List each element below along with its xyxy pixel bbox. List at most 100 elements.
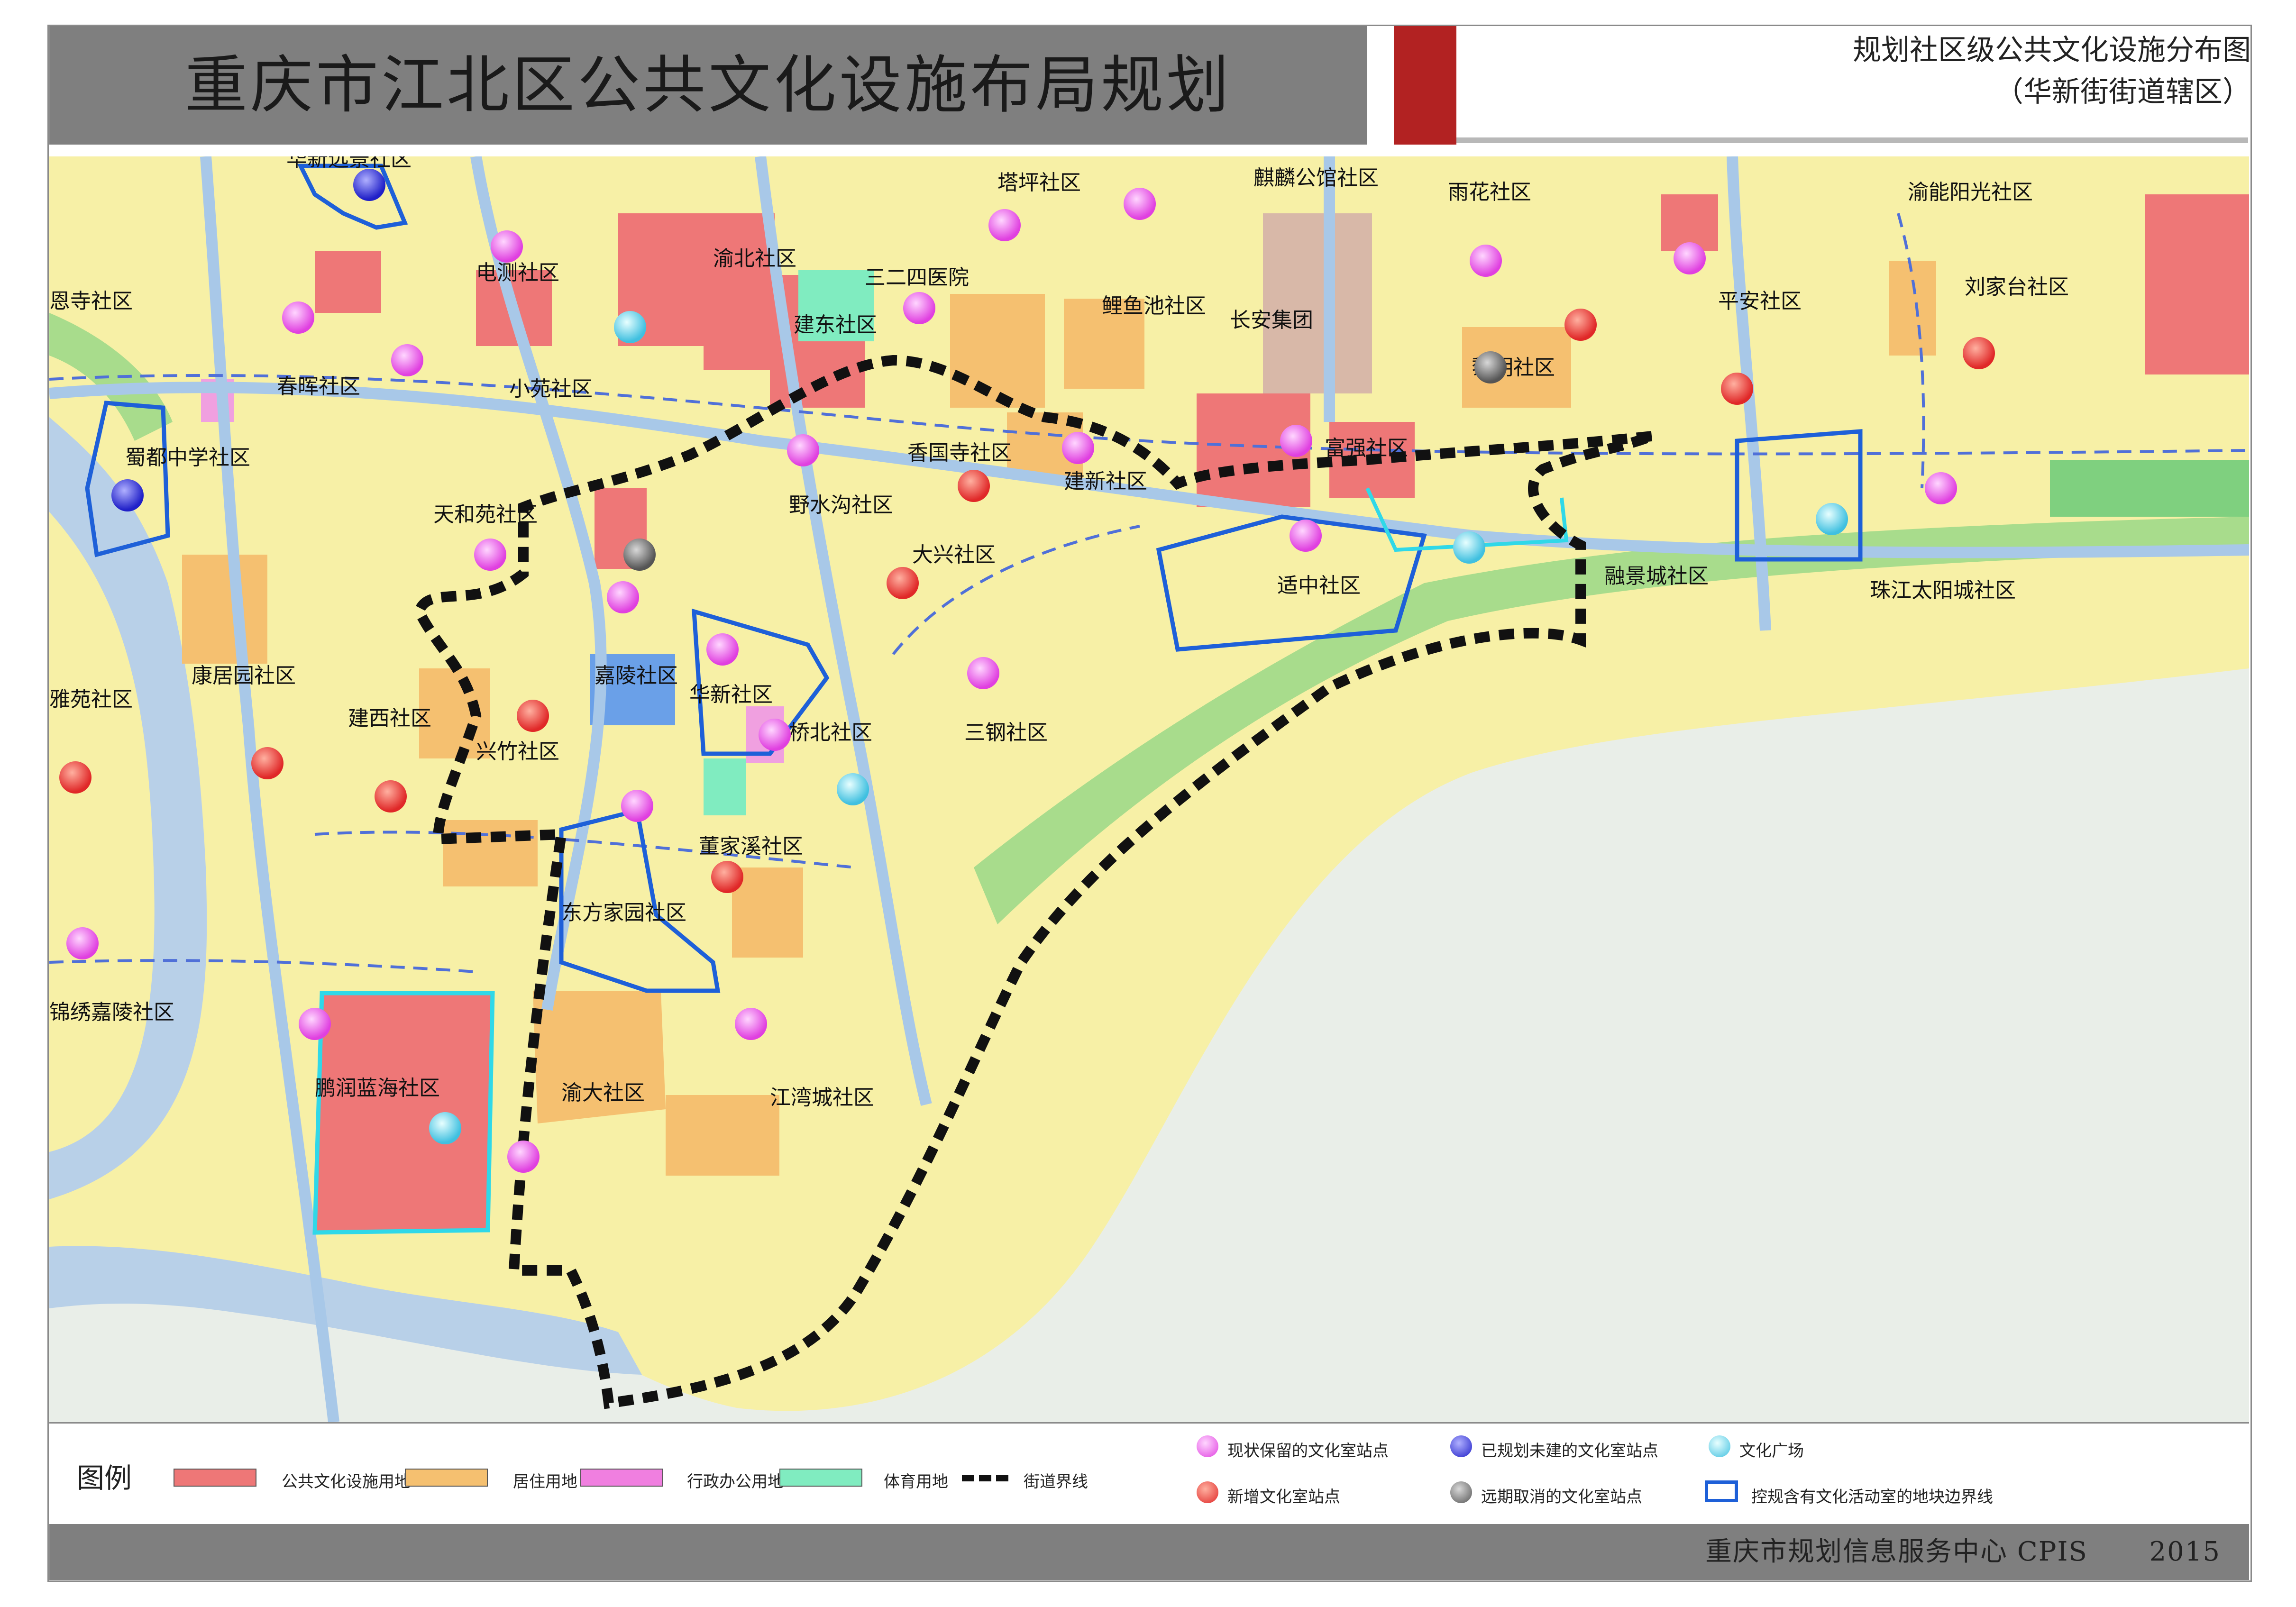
label-dong-fang-jia-yuan: 东方家园社区: [561, 901, 686, 925]
label-ta-ping: 塔坪社区: [997, 171, 1081, 195]
map-subtitle: 规划社区级公共文化设施分布图 （华新街街道辖区）: [1853, 29, 2251, 113]
legend-culture-square-icon: [1709, 1435, 1730, 1457]
label-ye-shui-gou: 野水沟社区: [789, 493, 893, 517]
label-jin-xiu-jia-ling: 锦绣嘉陵社区: [49, 1000, 174, 1024]
legend: 图例 公共文化设施用地 居住用地 行政办公用地 体育用地 街道界线 现状保留的文…: [49, 1422, 2249, 1525]
changan-plot: [1263, 213, 1372, 393]
new-station: [251, 747, 284, 779]
label-jian-dong: 建东社区: [794, 313, 877, 337]
label-jian-xin: 建新社区: [1064, 469, 1147, 493]
label-shu-du-zhong-xue: 蜀都中学社区: [125, 446, 250, 470]
footer-org: 重庆市规划信息服务中心 CPIS: [1705, 1536, 2088, 1567]
legend-swatch-admin-land: [580, 1469, 663, 1487]
legend-cancelled-station-icon: [1450, 1481, 1472, 1503]
label-en-si: 恩寺社区: [49, 289, 133, 313]
existing-station: [491, 230, 523, 263]
existing-station: [1674, 242, 1706, 274]
subtitle-line-1: 规划社区级公共文化设施分布图: [1853, 34, 2251, 67]
existing-station: [759, 719, 791, 751]
new-station: [375, 780, 407, 813]
label-qi-lin-gong-guan: 麒麟公馆社区: [1253, 166, 1379, 190]
legend-label-culture-square: 文化广场: [1739, 1442, 1804, 1461]
planned-station: [111, 479, 144, 511]
map-canvas[interactable]: 华新远景社区 塔坪社区 麒麟公馆社区 雨花社区 渝能阳光社区 电测社区 渝北社区…: [49, 156, 2249, 1422]
existing-station: [391, 344, 423, 376]
footer-bar: 重庆市规划信息服务中心 CPIS 2015: [49, 1524, 2249, 1580]
label-san-gang: 三钢社区: [964, 721, 1048, 745]
label-rong-jing-cheng: 融景城社区: [1604, 564, 1709, 588]
existing-station: [66, 927, 99, 959]
new-station: [517, 700, 549, 732]
existing-station: [299, 1008, 331, 1040]
planned-station: [353, 169, 385, 201]
subtitle-underline: [1456, 137, 2248, 143]
new-station: [887, 567, 919, 599]
subtitle-line-2: （华新街街道辖区）: [1995, 75, 2251, 109]
map-title: 重庆市江北区公共文化设施布局规划: [185, 49, 1232, 122]
footer-credit: 重庆市规划信息服务中心 CPIS 2015: [1705, 1524, 2221, 1580]
pengrun-lanhai-plot: [315, 993, 493, 1233]
label-da-xing: 大兴社区: [912, 543, 996, 567]
map-svg[interactable]: 华新远景社区 塔坪社区 麒麟公馆社区 雨花社区 渝能阳光社区 电测社区 渝北社区…: [49, 156, 2249, 1422]
existing-station: [507, 1141, 540, 1173]
cancelled-station: [1474, 351, 1507, 383]
green-plot-east: [2050, 460, 2249, 517]
existing-station: [706, 633, 739, 666]
existing-station: [903, 292, 935, 324]
label-jia-ling: 嘉陵社区: [595, 664, 678, 688]
label-hua-xin-yuan-jing: 华新远景社区: [286, 156, 412, 171]
label-tian-he-yuan: 天和苑社区: [433, 502, 538, 527]
existing-station: [1290, 520, 1322, 552]
legend-existing-station-icon: [1197, 1435, 1218, 1457]
label-zhu-jiang-tai-yang-cheng: 珠江太阳城社区: [1870, 578, 2016, 603]
legend-label-existing-station: 现状保留的文化室站点: [1227, 1442, 1389, 1461]
existing-station: [621, 790, 653, 822]
legend-swatch-culture-land: [174, 1469, 256, 1487]
culture-square: [837, 773, 869, 805]
label-324-hospital: 三二四医院: [865, 265, 969, 290]
legend-street-boundary-icon: [962, 1475, 1009, 1481]
existing-station: [787, 434, 819, 466]
legend-swatch-housing-land: [405, 1469, 488, 1487]
label-dong-jia-xi: 董家溪社区: [699, 834, 803, 858]
new-station: [958, 470, 990, 502]
label-li-yu-chi: 鲤鱼池社区: [1102, 294, 1206, 318]
culture-square: [1816, 503, 1848, 535]
legend-label-culture-land: 公共文化设施用地: [282, 1472, 411, 1491]
legend-planned-station-icon: [1450, 1435, 1472, 1457]
culture-square: [429, 1112, 461, 1144]
new-station: [1963, 337, 1995, 369]
existing-station: [1925, 472, 1957, 504]
existing-station: [735, 1008, 767, 1040]
legend-swatch-sport-land: [779, 1469, 862, 1487]
legend-new-station-icon: [1197, 1481, 1218, 1503]
existing-station: [1280, 425, 1312, 457]
new-station: [59, 761, 91, 794]
footer-year: 2015: [2149, 1536, 2221, 1567]
label-chun-hui: 春晖社区: [277, 374, 360, 399]
label-jian-xi: 建西社区: [348, 706, 431, 730]
label-yu-neng-yang-guang: 渝能阳光社区: [1908, 180, 2033, 204]
label-xing-zhu: 兴竹社区: [476, 740, 559, 764]
legend-label-street-boundary: 街道界线: [1024, 1472, 1088, 1491]
label-ya-yuan: 雅苑社区: [49, 687, 133, 712]
label-liu-jia-tai: 刘家台社区: [1965, 275, 2069, 299]
legend-label-cancelled-station: 远期取消的文化室站点: [1481, 1488, 1642, 1507]
legend-label-admin-land: 行政办公用地: [687, 1472, 784, 1491]
label-ping-an: 平安社区: [1718, 289, 1802, 313]
existing-station: [1124, 188, 1156, 220]
legend-label-control-boundary: 控规含有文化活动室的地块边界线: [1751, 1488, 1993, 1507]
existing-station: [1062, 432, 1094, 464]
cancelled-station: [623, 539, 656, 571]
legend-label-sport-land: 体育用地: [884, 1472, 948, 1491]
label-chang-an: 长安集团: [1230, 308, 1313, 332]
label-yu-da: 渝大社区: [561, 1081, 645, 1105]
label-dian-ce: 电测社区: [476, 261, 559, 285]
culture-square: [1453, 531, 1485, 564]
existing-station: [967, 657, 999, 689]
label-xiao-yuan: 小苑社区: [509, 377, 593, 401]
legend-label-new-station: 新增文化室站点: [1227, 1488, 1340, 1507]
label-shi-zhong: 适中社区: [1277, 574, 1361, 598]
new-station: [711, 861, 743, 893]
label-xiang-guo-si: 香国寺社区: [907, 441, 1012, 465]
